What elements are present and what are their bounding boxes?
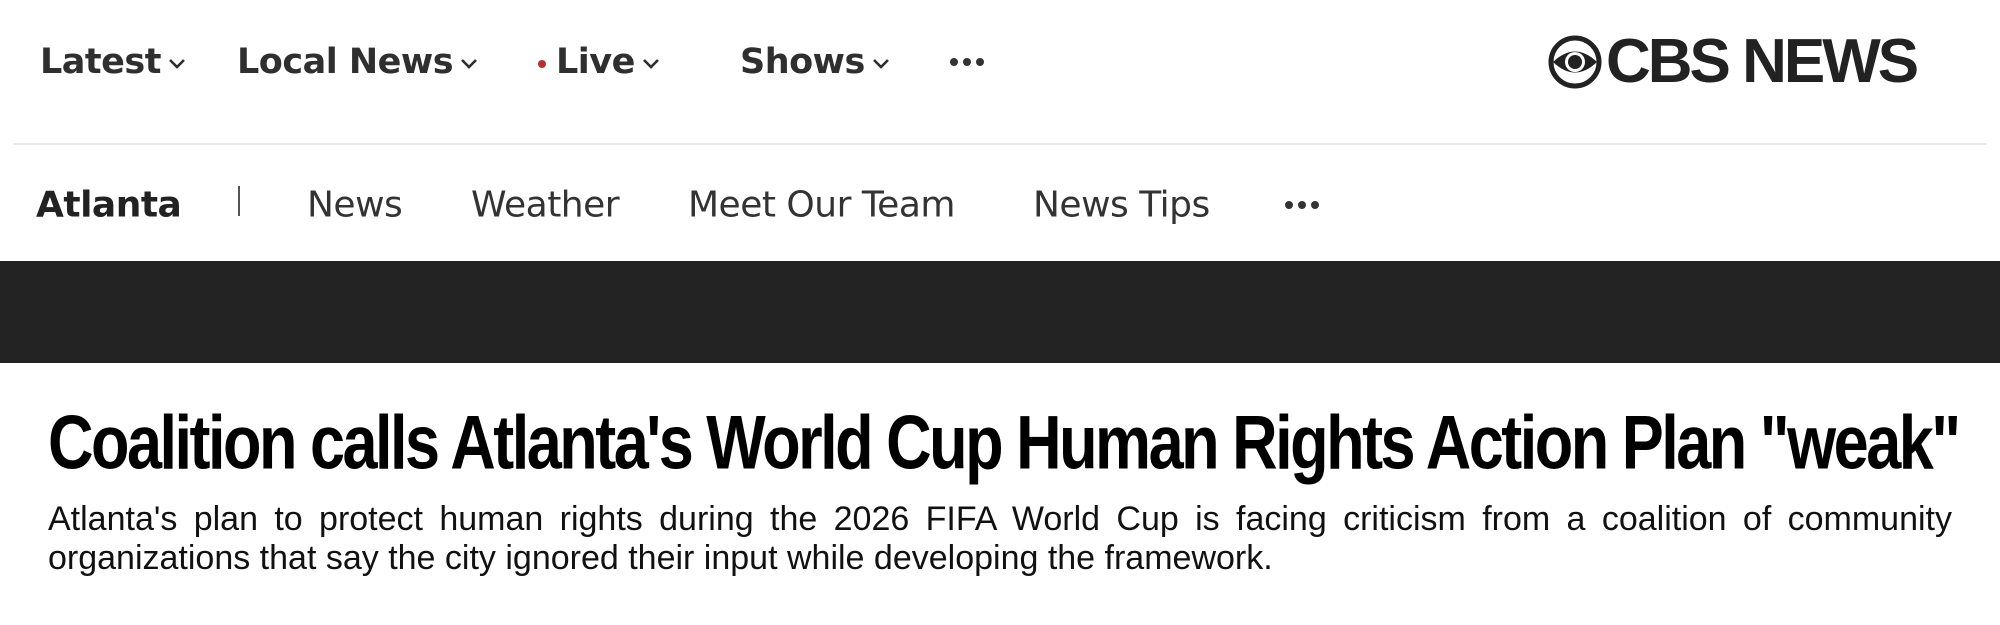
cbs-eye-icon — [1548, 35, 1602, 89]
nav-live[interactable]: Live — [538, 42, 660, 82]
sub-nav-news[interactable]: News — [307, 185, 403, 226]
local-sub-navigation: Atlanta News Weather Meet Our Team News … — [0, 145, 2000, 261]
logo-wordmark: CBS NEWS — [1606, 27, 1919, 96]
nav-shows[interactable]: Shows — [740, 42, 890, 82]
nav-latest[interactable]: Latest — [40, 42, 186, 82]
sub-nav-meet-our-team[interactable]: Meet Our Team — [688, 185, 955, 226]
sub-nav-news-tips[interactable]: News Tips — [1033, 185, 1210, 226]
chevron-down-icon — [642, 59, 659, 69]
nav-live-label: Live — [556, 42, 635, 82]
nav-latest-label: Latest — [40, 42, 161, 82]
article-headline: Coalition calls Atlanta's World Cup Huma… — [48, 401, 1961, 486]
top-navigation: Latest Local News Live Shows CBS NEWS — [0, 0, 2000, 145]
ellipsis-icon — [950, 58, 984, 66]
chevron-down-icon — [169, 59, 185, 69]
local-station-brand[interactable]: Atlanta — [36, 185, 182, 226]
sub-nav-more-button[interactable] — [1285, 201, 1319, 209]
dark-banner — [0, 261, 2000, 363]
live-indicator-dot — [538, 60, 546, 68]
ellipsis-icon — [1285, 201, 1319, 209]
cbs-news-logo[interactable]: CBS NEWS — [1548, 27, 1919, 96]
nav-local-news[interactable]: Local News — [237, 42, 478, 82]
chevron-down-icon — [872, 59, 889, 69]
sub-nav-separator — [238, 186, 240, 216]
nav-more-button[interactable] — [950, 58, 984, 66]
nav-local-news-label: Local News — [237, 42, 454, 82]
nav-shows-label: Shows — [740, 42, 865, 82]
article-summary: Atlanta's plan to protect human rights d… — [48, 500, 1952, 577]
chevron-down-icon — [461, 59, 478, 69]
sub-nav-weather[interactable]: Weather — [471, 185, 620, 226]
